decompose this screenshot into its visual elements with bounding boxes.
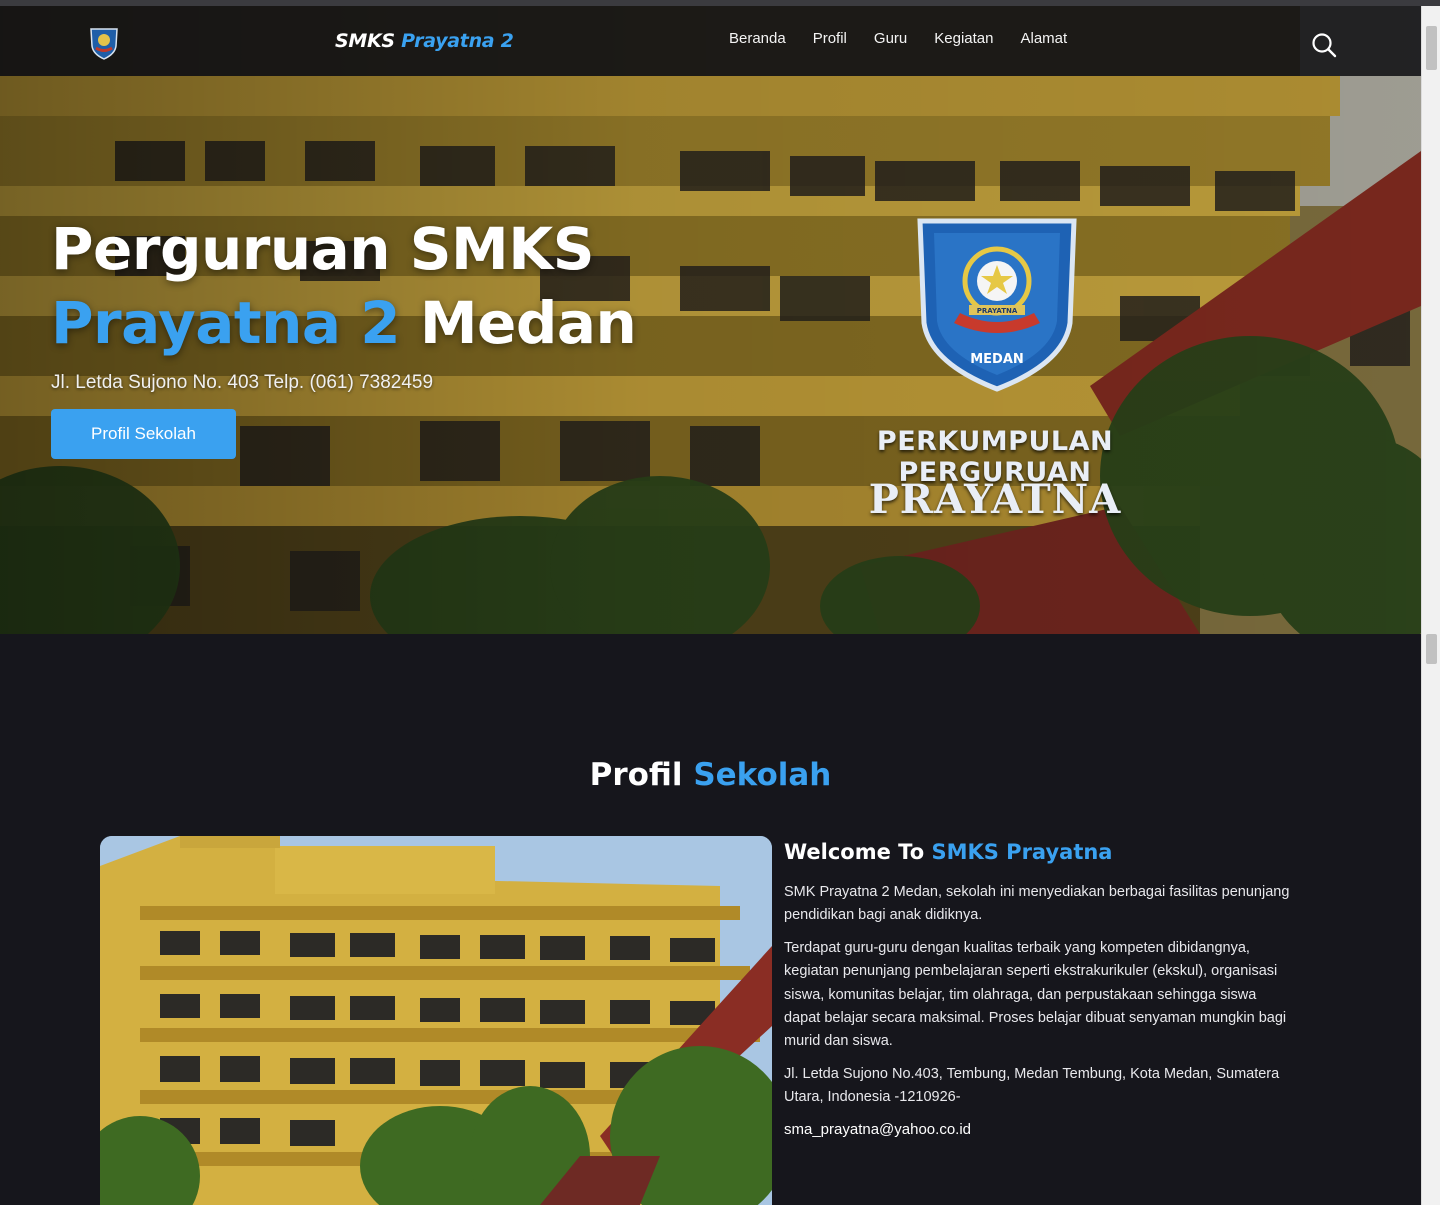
school-building-photo bbox=[100, 836, 772, 1205]
nav-kegiatan[interactable]: Kegiatan bbox=[934, 30, 993, 47]
scrollbar-thumb-secondary[interactable] bbox=[1426, 634, 1437, 664]
profile-paragraph-2: Terdapat guru-guru dengan kualitas terba… bbox=[784, 940, 1287, 1050]
welcome-blue: SMKS Prayatna bbox=[931, 840, 1113, 864]
nav-profil[interactable]: Profil bbox=[813, 30, 847, 47]
hero-title-rest: Medan bbox=[419, 289, 637, 357]
brand-text-blue: Prayatna 2 bbox=[401, 30, 514, 52]
nav-guru[interactable]: Guru bbox=[874, 30, 907, 47]
profile-email[interactable]: sma_prayatna@yahoo.co.id bbox=[784, 1121, 971, 1138]
scrollbar-thumb[interactable] bbox=[1426, 26, 1437, 70]
welcome-heading: Welcome To SMKS Prayatna bbox=[784, 840, 1112, 864]
hero-address: Jl. Letda Sujono No. 403 Telp. (061) 738… bbox=[51, 372, 434, 393]
school-crest-icon[interactable] bbox=[88, 26, 120, 60]
site-header: SMKS Prayatna 2 Beranda Profil Guru Kegi… bbox=[0, 6, 1421, 76]
hero-title-blue: Prayatna 2 bbox=[51, 289, 401, 357]
crest-medan-text: MEDAN bbox=[970, 352, 1024, 367]
brand-text-white: SMKS bbox=[335, 30, 395, 52]
page-scrollbar[interactable] bbox=[1421, 6, 1440, 1205]
profile-paragraph-1: SMK Prayatna 2 Medan, sekolah ini menyed… bbox=[784, 884, 1290, 924]
section-title-profil: Profil Sekolah bbox=[0, 757, 1421, 793]
welcome-white: Welcome To bbox=[784, 840, 925, 864]
main-nav: Beranda Profil Guru Kegiatan Alamat bbox=[729, 30, 1067, 47]
nav-alamat[interactable]: Alamat bbox=[1020, 30, 1067, 47]
prayatna-crest-icon: PRAYATNA MEDAN bbox=[917, 218, 1077, 392]
search-icon[interactable] bbox=[1311, 32, 1337, 58]
hero-title: Perguruan SMKS Prayatna 2 Medan bbox=[51, 212, 637, 360]
crest-ribbon-text: PRAYATNA bbox=[977, 307, 1018, 315]
profile-address: Jl. Letda Sujono No.403, Tembung, Medan … bbox=[784, 1066, 1280, 1106]
site-brand[interactable]: SMKS Prayatna 2 bbox=[335, 30, 514, 52]
profil-sekolah-button[interactable]: Profil Sekolah bbox=[51, 409, 236, 459]
section-title-white: Profil bbox=[589, 757, 683, 793]
org-name-line2: PRAYATNA bbox=[868, 476, 1122, 523]
school-building-photo-image bbox=[100, 836, 772, 1205]
section-title-blue: Sekolah bbox=[693, 757, 832, 793]
hero-title-line1: Perguruan SMKS bbox=[51, 215, 594, 283]
nav-beranda[interactable]: Beranda bbox=[729, 30, 786, 47]
